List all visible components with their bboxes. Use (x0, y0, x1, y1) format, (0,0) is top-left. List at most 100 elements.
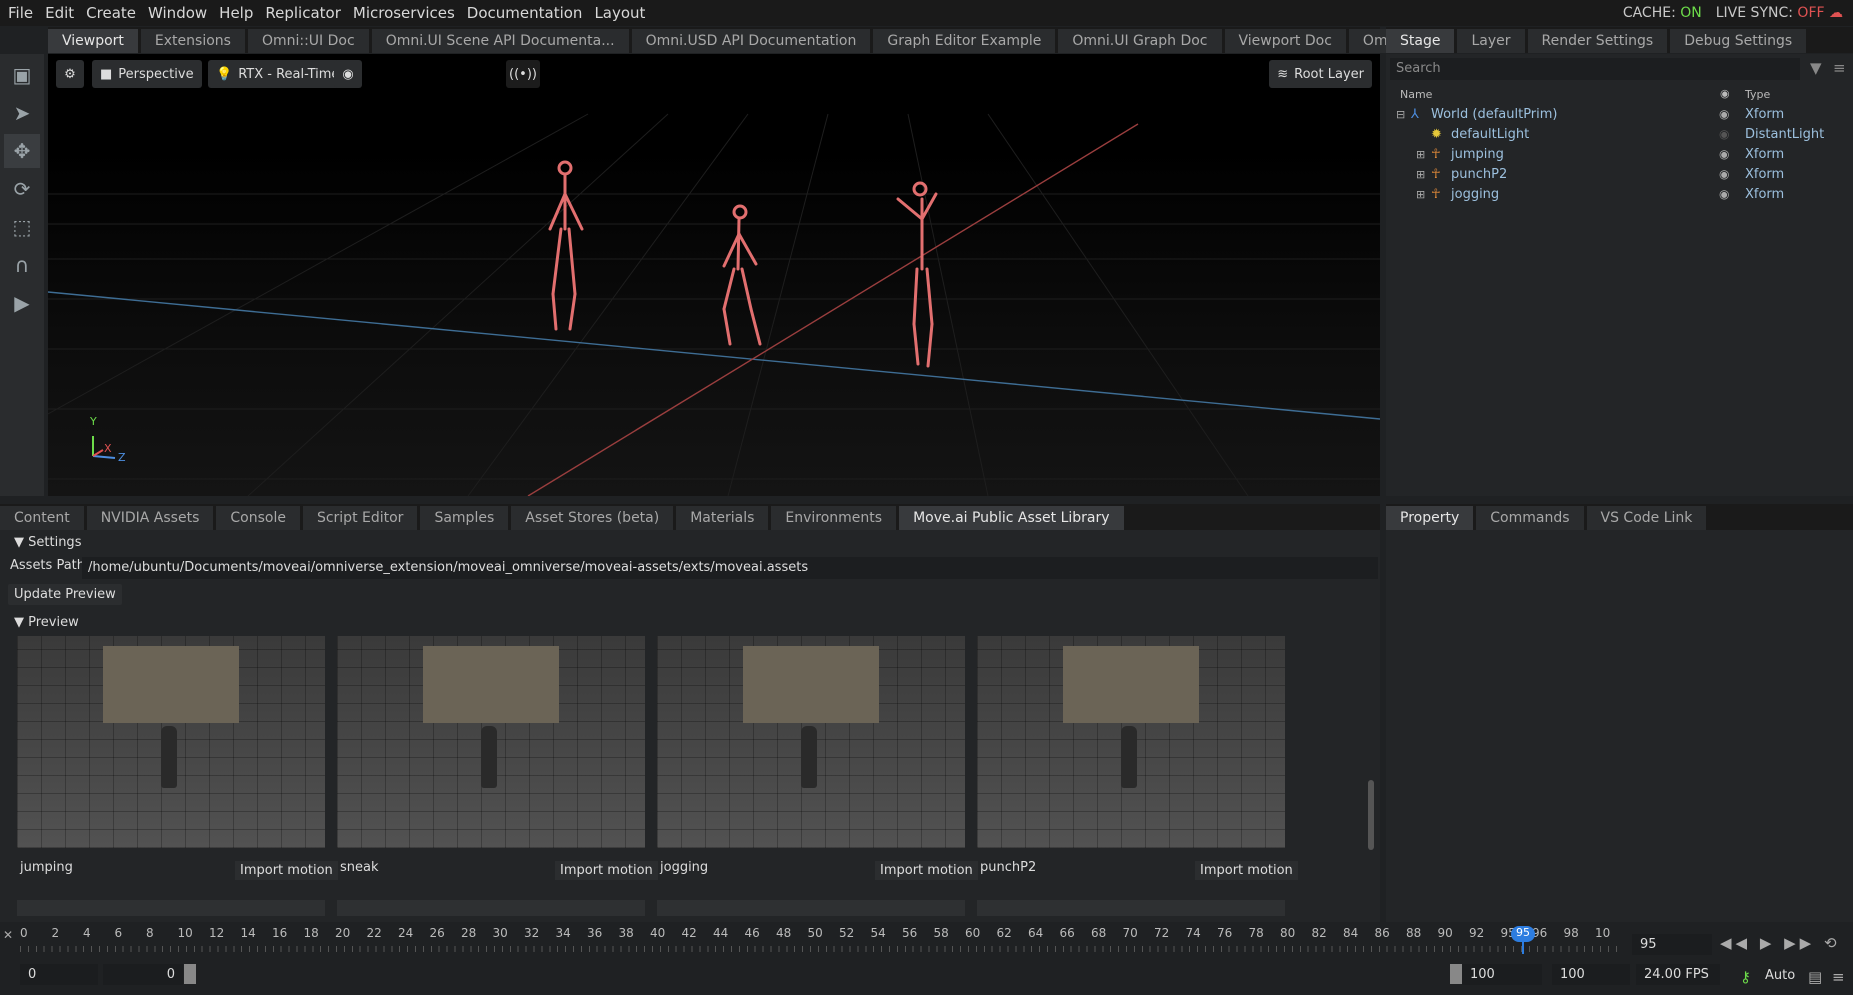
preview-card-sneak[interactable] (337, 636, 645, 848)
menu-icon[interactable]: ≡ (1832, 968, 1845, 986)
menu-microservices[interactable]: Microservices (353, 4, 455, 22)
tab-layer[interactable]: Layer (1457, 29, 1525, 53)
skeleton-sneak[interactable] (722, 204, 762, 346)
eye-icon[interactable]: ◉ (1719, 167, 1729, 181)
tab-nvidia-assets[interactable]: NVIDIA Assets (86, 506, 214, 530)
snap-icon[interactable]: ∩ (4, 248, 40, 282)
live-sync-status[interactable]: LIVE SYNC: OFF ☁ (1716, 5, 1843, 21)
viewport-settings-button[interactable]: ⚙ (56, 60, 84, 88)
expand-icon[interactable]: ⊞ (1416, 148, 1425, 161)
menu-layout[interactable]: Layout (594, 4, 645, 22)
stage-row-jogging[interactable]: ⊞ ☥ jogging ◉ Xform (1386, 184, 1853, 204)
tab-viewport[interactable]: Viewport (48, 29, 138, 53)
stage-row-punchp2[interactable]: ⊞ ☥ punchP2 ◉ Xform (1386, 164, 1853, 184)
tab-moveai-library[interactable]: Move.ai Public Asset Library (899, 506, 1124, 530)
tab-content[interactable]: Content (0, 506, 84, 530)
scale-icon[interactable]: ⬚ (4, 210, 40, 244)
close-icon[interactable]: ✕ (3, 928, 13, 942)
import-motion-button[interactable]: Import motion (555, 861, 658, 880)
settings-section-toggle[interactable]: ▼ Settings (14, 535, 81, 550)
assets-path-input[interactable]: /home/ubuntu/Documents/moveai/omniverse_… (82, 557, 1378, 579)
tab-vscode-link[interactable]: VS Code Link (1586, 506, 1707, 530)
stage-row-world[interactable]: ⊟ ⅄ World (defaultPrim) ◉ Xform (1386, 104, 1853, 124)
eye-icon[interactable]: ◉ (1719, 147, 1729, 161)
collapse-icon[interactable]: ⊟ (1396, 108, 1405, 121)
menu-create[interactable]: Create (86, 4, 136, 22)
range-start-handle[interactable] (184, 964, 196, 984)
transport-controls[interactable]: ◀◀ ▶ ▶▶ ⟲ (1720, 934, 1841, 952)
import-motion-button[interactable]: Import motion (875, 861, 978, 880)
tab-omni-ui-graph[interactable]: Omni.UI Graph Doc (1058, 29, 1222, 53)
range-end-handle[interactable] (1450, 964, 1462, 984)
tab-script-editor[interactable]: Script Editor (302, 506, 418, 530)
tab-stage[interactable]: Stage (1386, 29, 1455, 53)
tab-environments[interactable]: Environments (771, 506, 897, 530)
tab-omni-ui-scene[interactable]: Omni.UI Scene API Documenta... (371, 29, 629, 53)
eye-icon[interactable]: ◉ (1719, 107, 1729, 121)
preview-section-toggle[interactable]: ▼ Preview (14, 615, 79, 630)
tab-render-settings[interactable]: Render Settings (1527, 29, 1668, 53)
playhead[interactable]: 95 (1511, 926, 1535, 942)
tab-materials[interactable]: Materials (676, 506, 769, 530)
end-frame-input[interactable]: 100 (1552, 964, 1630, 985)
auto-key-label[interactable]: Auto (1765, 968, 1795, 983)
tab-extensions[interactable]: Extensions (140, 29, 245, 53)
camera-button[interactable]: ■ Perspective (92, 60, 202, 88)
broadcast-button[interactable]: ((•)) (506, 60, 540, 88)
menu-file[interactable]: File (8, 4, 33, 22)
preview-card-jumping[interactable] (17, 636, 325, 848)
range-end-input[interactable]: 100 (1462, 964, 1542, 985)
cache-status[interactable]: CACHE: ON (1623, 5, 1702, 21)
viewport[interactable]: Y X Z ⚙ ■ Perspective 💡 RTX - Real-Time ◉ … (48, 54, 1380, 496)
update-preview-button[interactable]: Update Preview (8, 584, 122, 605)
move-icon[interactable]: ✥ (4, 134, 40, 168)
stage-search-input[interactable]: Search (1390, 58, 1800, 80)
tab-debug-settings[interactable]: Debug Settings (1670, 29, 1807, 53)
eye-icon[interactable]: ◉ (1719, 127, 1729, 141)
root-layer-button[interactable]: ≋ Root Layer (1269, 60, 1372, 88)
range-start-input[interactable]: 0 (103, 964, 183, 985)
tab-omni-usd[interactable]: Omni.USD API Documentation (631, 29, 871, 53)
tab-commands[interactable]: Commands (1476, 506, 1584, 530)
menu-edit[interactable]: Edit (45, 4, 74, 22)
preview-card-jogging[interactable] (657, 636, 965, 848)
filter-icon[interactable]: ▼ (1810, 59, 1822, 77)
timeline-tick: 12 (209, 926, 225, 940)
visibility-button[interactable]: ◉ (334, 60, 362, 88)
current-frame-input[interactable]: 95 (1632, 934, 1712, 955)
expand-icon[interactable]: ⊞ (1416, 168, 1425, 181)
start-frame-input[interactable]: 0 (20, 964, 98, 985)
select-arrow-icon[interactable]: ➤ (4, 96, 40, 130)
preview-card-punchp2[interactable] (977, 636, 1285, 848)
menu-window[interactable]: Window (148, 4, 207, 22)
menu-replicator[interactable]: Replicator (265, 4, 341, 22)
stage-row-defaultlight[interactable]: ✹ defaultLight ◉ DistantLight (1386, 124, 1853, 144)
skeleton-punch[interactable] (896, 181, 938, 368)
scrollbar[interactable] (1368, 780, 1374, 850)
item-type: Xform (1745, 146, 1785, 162)
menu-icon[interactable]: ≡ (1833, 59, 1846, 77)
tab-asset-stores[interactable]: Asset Stores (beta) (511, 506, 674, 530)
menu-help[interactable]: Help (219, 4, 253, 22)
clapper-icon[interactable]: ▤ (1808, 968, 1822, 986)
tab-viewport-doc[interactable]: Viewport Doc (1224, 29, 1346, 53)
tab-omni-ui-doc[interactable]: Omni::UI Doc (247, 29, 369, 53)
import-motion-button[interactable]: Import motion (235, 861, 338, 880)
tab-console[interactable]: Console (216, 506, 300, 530)
select-mode-icon[interactable]: ▣ (4, 58, 40, 92)
play-icon[interactable]: ▶ (4, 286, 40, 320)
eye-icon[interactable]: ◉ (1719, 187, 1729, 201)
rotate-icon[interactable]: ⟳ (4, 172, 40, 206)
expand-icon[interactable]: ⊞ (1416, 188, 1425, 201)
import-motion-button[interactable]: Import motion (1195, 861, 1298, 880)
fps-select[interactable]: 24.00 FPS (1636, 964, 1720, 985)
menu-documentation[interactable]: Documentation (467, 4, 583, 22)
stage-row-jumping[interactable]: ⊞ ☥ jumping ◉ Xform (1386, 144, 1853, 164)
timeline-ruler[interactable]: 0 2 4 6 8 10 12 14 16 18 20 22 24 26 28 30 32 34 36 38 40 42 4… (20, 926, 1620, 952)
tab-samples[interactable]: Samples (420, 506, 509, 530)
tab-graph-editor[interactable]: Graph Editor Example (873, 29, 1056, 53)
tab-property[interactable]: Property (1386, 506, 1474, 530)
skeleton-jumping[interactable] (548, 160, 584, 331)
renderer-button[interactable]: 💡 RTX - Real-Time (208, 60, 348, 88)
key-icon[interactable]: ⚷ (1740, 968, 1751, 986)
